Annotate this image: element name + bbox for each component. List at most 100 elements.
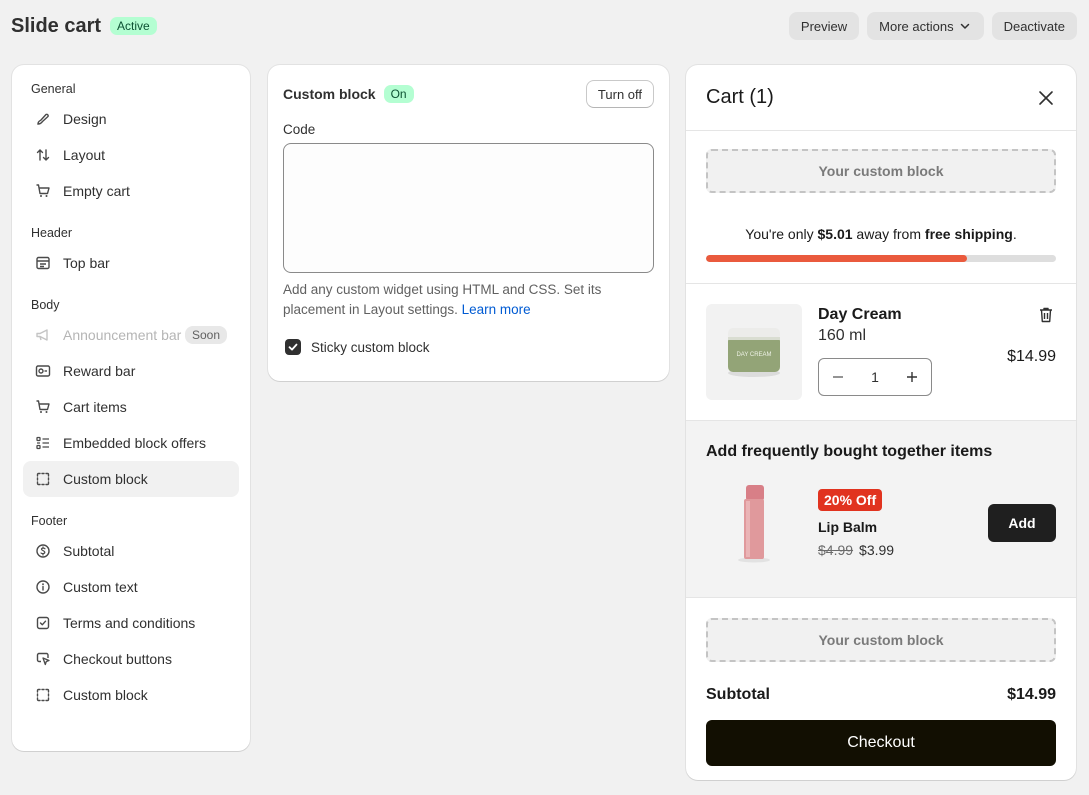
- sidebar-item-top-bar[interactable]: Top bar: [23, 245, 239, 281]
- subtotal-row: Subtotal $14.99: [706, 686, 1056, 704]
- sidebar-item-label: Layout: [63, 147, 106, 163]
- preview-button[interactable]: Preview: [788, 12, 860, 40]
- dollar-circle-icon: [35, 543, 51, 559]
- upsell-old-price: $4.99: [818, 541, 854, 558]
- sidebar-item-cart-items[interactable]: Cart items: [23, 389, 239, 425]
- code-input[interactable]: [283, 143, 654, 273]
- checkout-button[interactable]: Checkout: [706, 720, 1056, 766]
- sidebar-item-custom-text[interactable]: Custom text: [23, 569, 239, 605]
- code-label: Code: [283, 122, 316, 137]
- paint-brush-icon: [35, 111, 51, 127]
- more-actions-button[interactable]: More actions: [867, 12, 984, 40]
- sidebar-item-label: Reward bar: [63, 363, 136, 379]
- cart-line-item: DAY CREAM Day Cream 160 ml 1 $14.99: [686, 284, 1076, 420]
- help-text-body: Add any custom widget using HTML and CSS…: [283, 282, 602, 317]
- quantity-stepper: 1: [818, 358, 932, 396]
- dashed-square-icon: [35, 471, 51, 487]
- sidebar-item-layout[interactable]: Layout: [23, 137, 239, 173]
- decrease-quantity-button[interactable]: [831, 367, 845, 388]
- status-badge: On: [383, 85, 414, 103]
- subtotal-value: $14.99: [1007, 686, 1056, 703]
- shipping-middle: away from: [852, 226, 925, 242]
- top-bar-icon: [35, 255, 51, 271]
- turn-off-button[interactable]: Turn off: [585, 80, 654, 108]
- sidebar-item-footer-custom-block[interactable]: Custom block: [23, 677, 239, 713]
- sidebar-item-announcement-bar: Announcement bar Soon: [23, 317, 239, 353]
- cart-icon: [35, 183, 51, 199]
- upsell-product-name: Lip Balm: [818, 518, 878, 535]
- section-title-body: Body: [31, 298, 60, 312]
- add-upsell-button[interactable]: Add: [988, 504, 1056, 542]
- deactivate-button[interactable]: Deactivate: [991, 12, 1077, 40]
- product-image: DAY CREAM: [706, 304, 802, 400]
- discount-badge: 20% Off: [818, 488, 883, 511]
- cart-icon: [35, 399, 51, 415]
- sidebar-item-label: Custom block: [63, 687, 148, 703]
- arrows-up-down-icon: [35, 147, 51, 163]
- learn-more-link[interactable]: Learn more: [462, 302, 531, 317]
- more-actions-label: More actions: [879, 18, 954, 34]
- shipping-prefix: You're only: [745, 226, 818, 242]
- shipping-progress-fill: [706, 255, 967, 262]
- dashed-square-icon: [35, 687, 51, 703]
- item-name: Day Cream: [818, 306, 902, 323]
- minus-icon: [833, 375, 843, 378]
- sidebar-item-reward-bar[interactable]: Reward bar: [23, 353, 239, 389]
- sidebar-item-label: Cart items: [63, 399, 127, 415]
- section-title-header: Header: [31, 226, 72, 240]
- sidebar-item-custom-block[interactable]: Custom block: [23, 461, 239, 497]
- section-title-general: General: [31, 82, 76, 96]
- custom-block-editor: Custom block On Turn off Code Add any cu…: [268, 65, 669, 381]
- sidebar-item-terms[interactable]: Terms and conditions: [23, 605, 239, 641]
- status-badge: Active: [110, 17, 157, 35]
- info-icon: [35, 579, 51, 595]
- soon-badge: Soon: [184, 326, 227, 344]
- product-label: DAY CREAM: [736, 352, 771, 358]
- upsell-section: Add frequently bought together items 20%…: [686, 421, 1076, 597]
- sidebar-item-label: Announcement bar: [63, 327, 182, 343]
- cart-title: Cart (1): [706, 86, 774, 108]
- sidebar-item-label: Top bar: [63, 255, 110, 271]
- sidebar-item-checkout-buttons[interactable]: Checkout buttons: [23, 641, 239, 677]
- sticky-checkbox[interactable]: [285, 339, 301, 355]
- megaphone-icon: [35, 327, 51, 343]
- subtotal-label: Subtotal: [706, 686, 770, 703]
- sidebar-item-label: Design: [63, 111, 107, 127]
- section-title-footer: Footer: [31, 514, 68, 528]
- sidebar-item-subtotal[interactable]: Subtotal: [23, 533, 239, 569]
- sidebar-item-label: Subtotal: [63, 543, 115, 559]
- checkmark-icon: [288, 343, 298, 351]
- sidebar-item-design[interactable]: Design: [23, 101, 239, 137]
- shipping-goal: free shipping: [924, 226, 1013, 242]
- reward-icon: [35, 363, 51, 379]
- upsell-title: Add frequently bought together items: [706, 443, 993, 460]
- sidebar-item-empty-cart[interactable]: Empty cart: [23, 173, 239, 209]
- shipping-suffix: .: [1012, 226, 1017, 242]
- increase-quantity-button[interactable]: [905, 367, 919, 388]
- sidebar-item-label: Empty cart: [63, 183, 130, 199]
- cursor-click-icon: [35, 651, 51, 667]
- close-icon[interactable]: [1036, 88, 1056, 108]
- shipping-amount: $5.01: [817, 226, 853, 242]
- sidebar-item-label: Checkout buttons: [63, 651, 172, 667]
- list-icon: [35, 435, 51, 451]
- custom-block-placeholder-top: Your custom block: [706, 149, 1056, 193]
- page-header: Slide cart Active Preview More actions D…: [11, 12, 1077, 40]
- editor-title: Custom block: [283, 86, 376, 102]
- plus-icon: [906, 371, 917, 382]
- sidebar-item-label: Custom block: [63, 471, 148, 487]
- page-title: Slide cart: [11, 14, 102, 37]
- trash-icon[interactable]: [1038, 306, 1054, 324]
- sticky-option[interactable]: Sticky custom block: [283, 339, 654, 355]
- sidebar-item-embedded-block-offers[interactable]: Embedded block offers: [23, 425, 239, 461]
- item-variant: 160 ml: [818, 327, 867, 344]
- shipping-progress-bar: [706, 255, 1056, 262]
- shipping-message: You're only $5.01 away from free shippin…: [686, 226, 1076, 242]
- item-price: $14.99: [1007, 348, 1056, 365]
- upsell-product-image: [706, 481, 802, 565]
- help-text: Add any custom widget using HTML and CSS…: [283, 280, 654, 320]
- quantity-value[interactable]: 1: [871, 369, 879, 385]
- header-actions: Preview More actions Deactivate: [788, 12, 1077, 40]
- settings-sidebar: General Design Layout Empty cart Header …: [12, 65, 250, 751]
- upsell-price: $3.99: [859, 541, 895, 558]
